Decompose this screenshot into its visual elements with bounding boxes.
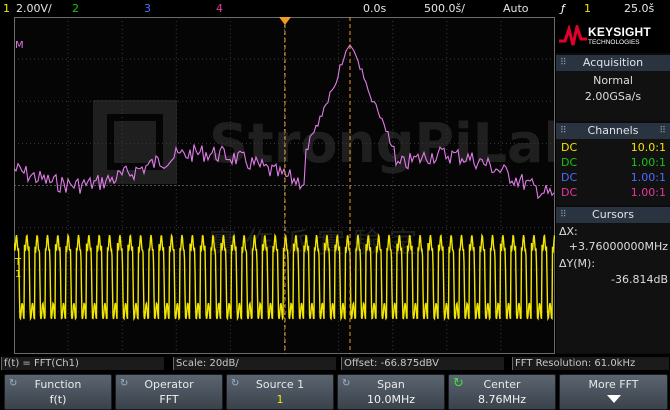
function-softkey[interactable]: ↻ Function f(t) — [4, 374, 112, 410]
trigger-source[interactable]: 1 — [584, 2, 591, 15]
time-position[interactable]: 0.0s — [363, 2, 386, 15]
ch4-label[interactable]: 4 — [216, 2, 223, 15]
acquisition-mode: Normal — [593, 74, 633, 87]
channel-row[interactable]: DC 1.00:1 — [558, 186, 668, 200]
more-fft-softkey[interactable]: More FFT — [559, 374, 668, 410]
channel-probe-ratio: 1.00:1 — [630, 171, 666, 184]
math-offset-info: Offset: -66.875dBV — [341, 357, 504, 370]
ch1-label[interactable]: 1 — [3, 2, 10, 15]
waveform-display[interactable]: StrongPiLab 實作派實驗室 M 1 T — [14, 17, 555, 354]
down-arrow-icon — [606, 395, 621, 403]
channel-row[interactable]: DC 10.0:1 — [558, 141, 668, 155]
channel-coupling: DC — [561, 141, 578, 154]
softkey-value: FFT — [159, 393, 179, 406]
math-function-info: f(t) = FFT(Ch1) — [1, 357, 164, 370]
cursors-body: ΔX: +3.76000000MHz ΔY(M): -36.814dB — [556, 223, 670, 353]
softkey-value: 1 — [276, 393, 284, 406]
ch3-label[interactable]: 3 — [144, 2, 151, 15]
sample-rate: 2.00GSa/s — [584, 90, 642, 103]
acquisition-header[interactable]: ⠿ Acquisition — [556, 55, 670, 71]
softkey-value: 10.0MHz — [366, 393, 416, 406]
softkey-value: f(t) — [49, 393, 67, 406]
delta-y-value: -36.814dB — [611, 273, 668, 286]
delta-x-value: +3.76000000MHz — [568, 240, 668, 253]
softkey-bar: ↻ Function f(t) ↻ Operator FFT ↻ Source … — [0, 372, 670, 410]
cursors-title: Cursors — [592, 208, 634, 221]
softkey-title: Source 1 — [255, 378, 305, 391]
trigger-level[interactable]: 25.0š — [624, 2, 654, 15]
time-scale[interactable]: 500.0š/ — [424, 2, 465, 15]
waveform-graticule: StrongPiLab 實作派實驗室 — [14, 17, 555, 354]
softkey-title: Function — [34, 378, 82, 391]
fft-resolution-info: FFT Resolution: 61.0kHz — [512, 357, 669, 370]
channels-body: DC 10.0:1 DC 1.00:1 DC 1.00:1 DC 1.00:1 — [556, 139, 670, 205]
span-softkey[interactable]: ↻ Span 10.0MHz — [337, 374, 445, 410]
softkey-title: Operator — [144, 378, 194, 391]
keysight-logo: KEYSIGHT TECHNOLOGIES — [556, 17, 670, 53]
ch1-scale[interactable]: 2.00V/ — [16, 2, 52, 15]
channel-probe-ratio: 1.00:1 — [630, 186, 666, 199]
brand-name: KEYSIGHT — [588, 25, 651, 39]
math-scale-info: Scale: 20dB/ — [173, 357, 336, 370]
math-ground-marker[interactable]: M — [15, 40, 24, 51]
trigger-edge-icon: ƒ — [561, 2, 565, 15]
cursors-header[interactable]: ⠿ Cursors — [556, 207, 670, 223]
brand-sub: TECHNOLOGIES — [588, 39, 640, 46]
center-softkey[interactable]: ↻ Center 8.76MHz — [448, 374, 556, 410]
channel-coupling: DC — [561, 186, 578, 199]
operator-softkey[interactable]: ↻ Operator FFT — [115, 374, 223, 410]
channel-coupling: DC — [561, 171, 578, 184]
channel-coupling: DC — [561, 156, 578, 169]
channel-probe-ratio: 10.0:1 — [630, 141, 666, 154]
trigger-mode[interactable]: Auto — [503, 2, 529, 15]
softkey-title: Center — [483, 378, 521, 391]
trigger-position-marker[interactable] — [279, 17, 291, 25]
side-panel: KEYSIGHT TECHNOLOGIES ⠿ Acquisition Norm… — [556, 17, 670, 354]
math-info-bar: f(t) = FFT(Ch1) Scale: 20dB/ Offset: -66… — [0, 356, 670, 371]
grip-icon: ⠿ — [659, 126, 666, 136]
grip-icon: ⠿ — [560, 58, 567, 68]
acquisition-body: Normal 2.00GSa/s — [556, 71, 670, 121]
top-status-bar: 1 2.00V/ 2 3 4 0.0s 500.0š/ Auto ƒ 1 25.… — [0, 0, 670, 17]
ch2-label[interactable]: 2 — [72, 2, 79, 15]
grip-icon: ⠿ — [560, 210, 567, 220]
softkey-title: More FFT — [588, 378, 639, 391]
grip-icon: ⠿ — [560, 126, 567, 136]
softkey-value: 8.76MHz — [477, 393, 527, 406]
channel-probe-ratio: 1.00:1 — [630, 156, 666, 169]
delta-y-label: ΔY(M): — [559, 257, 596, 270]
channel-row[interactable]: DC 1.00:1 — [558, 156, 668, 170]
softkey-title: Span — [377, 378, 405, 391]
ch1-ground-marker[interactable]: 1 — [15, 269, 21, 280]
channel-row[interactable]: DC 1.00:1 — [558, 171, 668, 185]
trigger-level-marker[interactable]: T — [15, 257, 21, 268]
keysight-wave-icon — [559, 25, 587, 46]
delta-x-label: ΔX: — [559, 225, 578, 238]
channels-title: Channels — [587, 124, 639, 137]
channels-header[interactable]: ⠿ Channels ⠿ — [556, 123, 670, 139]
source1-softkey[interactable]: ↻ Source 1 1 — [226, 374, 334, 410]
acquisition-title: Acquisition — [582, 56, 644, 69]
